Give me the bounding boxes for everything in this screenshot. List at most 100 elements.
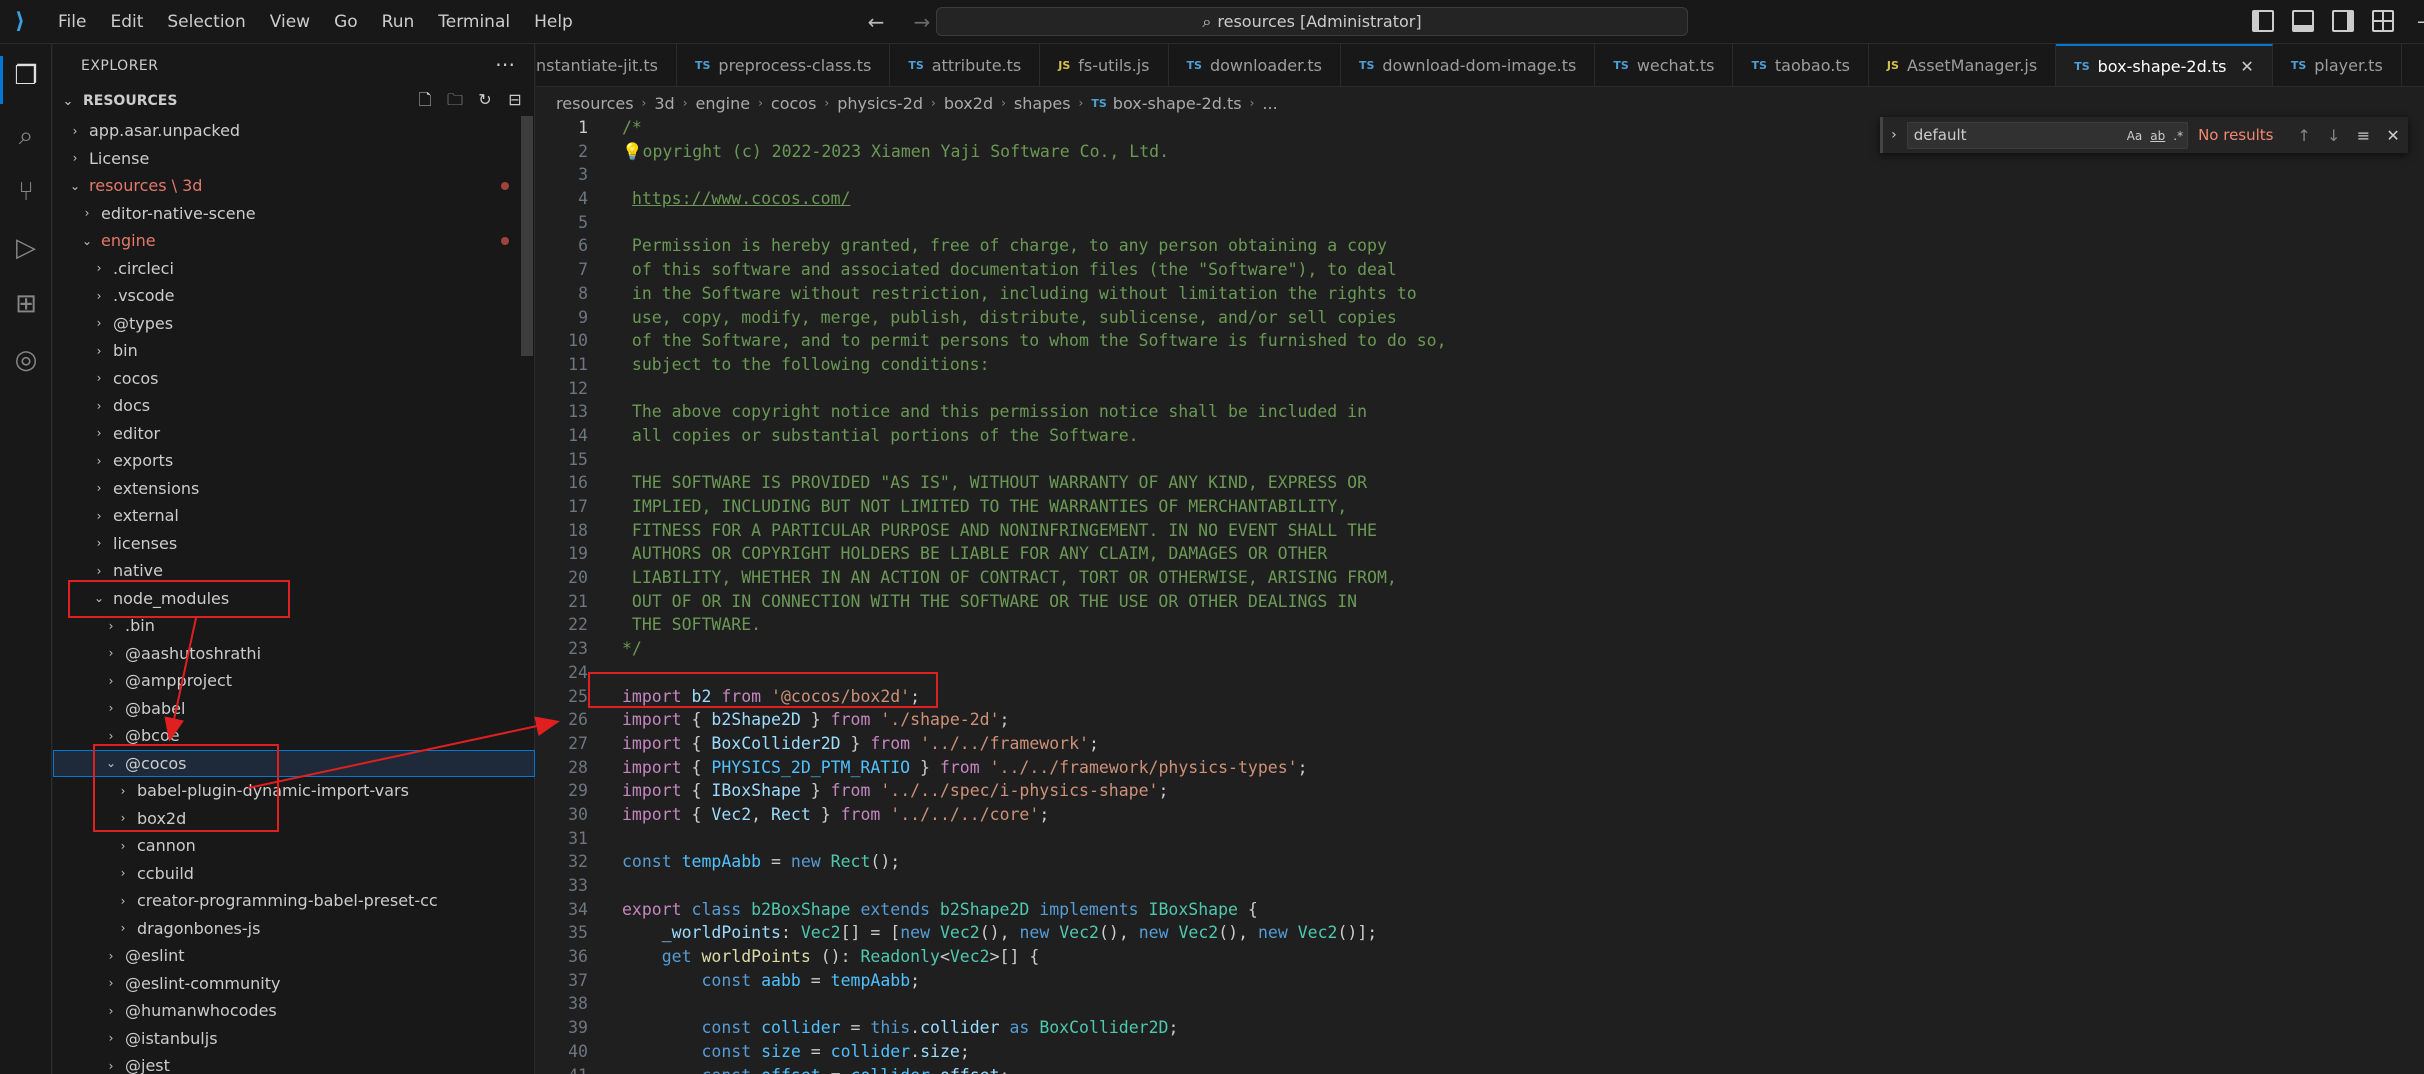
find-in-selection-icon[interactable]: ≡	[2349, 126, 2379, 145]
menu-item-edit[interactable]: Edit	[98, 0, 155, 44]
code-text: const collider = this.collider as BoxCol…	[622, 1016, 1178, 1040]
line-number: 20	[568, 568, 588, 588]
tree-item[interactable]: › exports	[53, 447, 535, 475]
toggle-replace-chevron-icon[interactable]: ›	[1883, 127, 1905, 143]
tree-item[interactable]: › extensions	[53, 475, 535, 503]
tree-item[interactable]: › editor-native-scene	[53, 200, 535, 228]
breadcrumb-item[interactable]: 3d	[654, 94, 674, 113]
tree-item[interactable]: › creator-programming-babel-preset-cc	[53, 887, 535, 915]
breadcrumb-symbol[interactable]: ...	[1262, 94, 1277, 113]
use-regex-toggle[interactable]: .*	[2173, 125, 2183, 147]
editor-tab[interactable]: TS wechat.ts	[1595, 44, 1734, 86]
tree-item[interactable]: › app.asar.unpacked	[53, 117, 535, 145]
code-editor[interactable]: 1 /* 2 💡opyright (c) 2022-2023 Xiamen Yaji …	[536, 116, 2424, 1074]
tree-item[interactable]: › @aashutoshrathi	[53, 640, 535, 668]
breadcrumb-item[interactable]: box2d	[944, 94, 993, 113]
tree-item[interactable]: › @babel	[53, 695, 535, 723]
editor-tab[interactable]: JS AssetManager.js	[1869, 44, 2057, 86]
code-token: ;	[910, 970, 921, 990]
search-view-icon[interactable]: ⌕	[10, 120, 42, 152]
tree-item[interactable]: › editor	[53, 420, 535, 448]
editor-tab[interactable]: TS preprocess-class.ts	[677, 44, 891, 86]
match-whole-word-toggle[interactable]: ab	[2150, 125, 2165, 147]
menu-item-selection[interactable]: Selection	[155, 0, 257, 44]
menu-item-go[interactable]: Go	[322, 0, 370, 44]
forward-arrow-icon[interactable]: →	[908, 8, 936, 36]
tree-item[interactable]: ⌄ engine	[53, 227, 535, 255]
next-match-icon[interactable]: ↓	[2319, 126, 2349, 145]
code-token[interactable]: https://www.cocos.com/	[632, 189, 851, 208]
command-center[interactable]: ⌕ resources [Administrator]	[936, 7, 1688, 36]
editor-tab[interactable]: TS player.ts	[2273, 44, 2402, 86]
toggle-secondary-sidebar-icon[interactable]	[2332, 10, 2354, 32]
tree-item[interactable]: › @jest	[53, 1052, 535, 1074]
breadcrumb-item[interactable]: engine	[696, 94, 751, 113]
editor-tab[interactable]: JS fs-utils.js	[1040, 44, 1169, 86]
breadcrumb-item[interactable]: physics-2d	[837, 94, 923, 113]
code-token: use, copy, modify, merge, publish, distr…	[622, 307, 1397, 327]
extensions-icon[interactable]: ⊞	[10, 288, 42, 320]
new-file-icon[interactable]: 🗋	[415, 90, 435, 110]
editor-tab[interactable]: TS attribute.ts	[890, 44, 1041, 86]
back-arrow-icon[interactable]: ←	[862, 8, 890, 36]
match-case-toggle[interactable]: Aa	[2127, 125, 2143, 147]
editor-tab[interactable]: TS download-dom-image.ts	[1341, 44, 1596, 86]
tree-item[interactable]: › @ampproject	[53, 667, 535, 695]
close-find-icon[interactable]: ✕	[2378, 126, 2408, 145]
more-actions-icon[interactable]: ⋯	[495, 52, 515, 76]
breadcrumb-item[interactable]: cocos	[771, 94, 817, 113]
tree-item[interactable]: › docs	[53, 392, 535, 420]
menu-item-view[interactable]: View	[258, 0, 322, 44]
menu-item-help[interactable]: Help	[522, 0, 585, 44]
tree-item[interactable]: › @istanbuljs	[53, 1025, 535, 1053]
tree-item[interactable]: › License	[53, 145, 535, 173]
collapse-all-icon[interactable]: ⊟	[505, 90, 525, 110]
editor-tab[interactable]: TS box-shape-2d.ts ✕	[2056, 44, 2273, 86]
tree-item[interactable]: › @humanwhocodes	[53, 997, 535, 1025]
new-folder-icon[interactable]: 🗀	[445, 90, 465, 110]
tree-item[interactable]: › bin	[53, 337, 535, 365]
refresh-icon[interactable]: ↻	[475, 90, 495, 110]
minimize-icon[interactable]: —	[2412, 10, 2424, 32]
find-input[interactable]: default Aa ab .*	[1906, 121, 2189, 149]
tree-item-label: @istanbuljs	[125, 1028, 218, 1048]
breadcrumb-file[interactable]: box-shape-2d.ts	[1113, 94, 1242, 113]
tree-item[interactable]: › ccbuild	[53, 860, 535, 888]
source-control-icon[interactable]: ⑂	[10, 176, 42, 208]
tree-item-label: editor	[113, 423, 161, 443]
tree-item[interactable]: › external	[53, 502, 535, 530]
previous-match-icon[interactable]: ↑	[2289, 126, 2319, 145]
code-line: 10 of the Software, and to permit person…	[536, 329, 2424, 353]
toggle-panel-icon[interactable]	[2292, 10, 2314, 32]
editor-tab[interactable]: TS taobao.ts	[1733, 44, 1869, 86]
toggle-primary-sidebar-icon[interactable]	[2252, 10, 2274, 32]
tree-item[interactable]: › @eslint-community	[53, 970, 535, 998]
customize-layout-icon[interactable]	[2372, 10, 2394, 32]
tree-item[interactable]: › @types	[53, 310, 535, 338]
menu-item-file[interactable]: File	[46, 0, 98, 44]
tree-item[interactable]: › cocos	[53, 365, 535, 393]
tree-item[interactable]: › @eslint	[53, 942, 535, 970]
menu-item-run[interactable]: Run	[370, 0, 427, 44]
tree-item[interactable]: › cannon	[53, 832, 535, 860]
run-debug-icon[interactable]: ▷	[10, 232, 42, 264]
git-graph-icon[interactable]: ◎	[10, 344, 42, 376]
tree-item[interactable]: › licenses	[53, 530, 535, 558]
tree-item[interactable]: › .vscode	[53, 282, 535, 310]
explorer-icon[interactable]: ❐	[10, 60, 42, 92]
breadcrumb-item[interactable]: resources	[556, 94, 634, 113]
close-tab-icon[interactable]: ✕	[2240, 57, 2253, 76]
modified-dot-icon	[501, 182, 509, 190]
editor-tab[interactable]: TS downloader.ts	[1169, 44, 1341, 86]
tree-item[interactable]: › .circleci	[53, 255, 535, 283]
menu-item-terminal[interactable]: Terminal	[426, 0, 522, 44]
tree-item[interactable]: › dragonbones-js	[53, 915, 535, 943]
tree-item[interactable]: ⌄ resources \ 3d	[53, 172, 535, 200]
lightbulb-icon[interactable]: 💡	[622, 142, 643, 161]
editor-tab[interactable]: nstantiate-jit.ts	[536, 44, 677, 86]
code-token: import	[622, 804, 682, 824]
breadcrumb-item[interactable]: shapes	[1014, 94, 1071, 113]
